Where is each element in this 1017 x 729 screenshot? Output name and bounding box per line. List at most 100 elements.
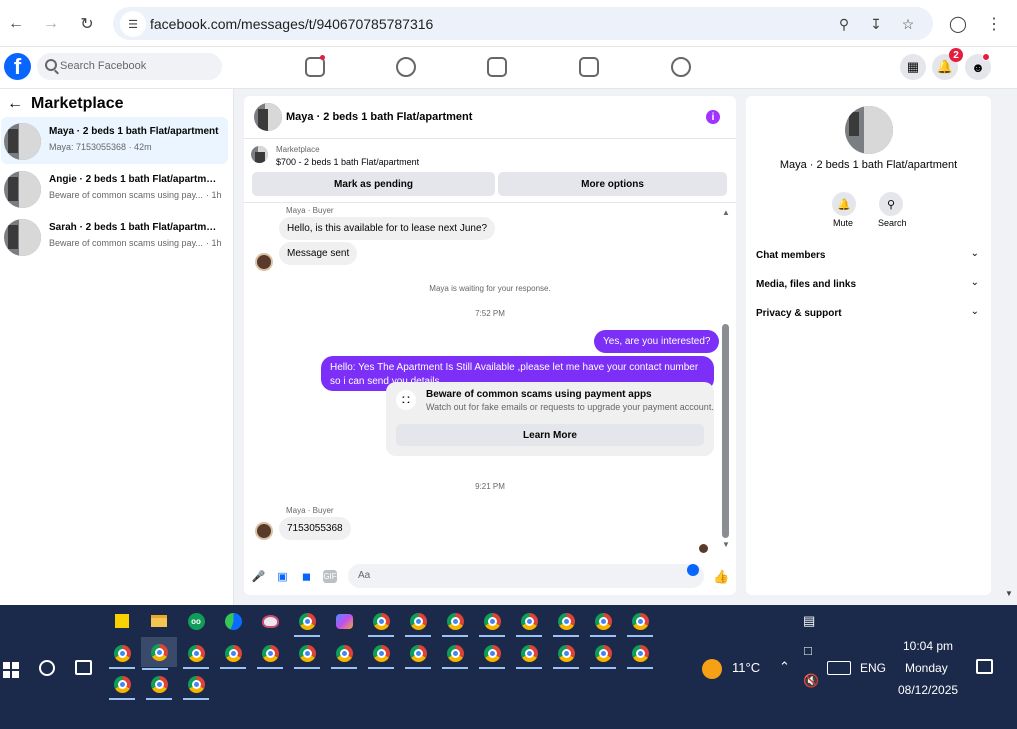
chrome-window-icon[interactable] xyxy=(478,608,506,637)
chrome-window-icon[interactable] xyxy=(219,640,247,669)
chevron-up-icon[interactable]: ⌃ xyxy=(779,659,790,675)
photo-icon[interactable]: ▣ xyxy=(276,570,289,583)
chrome-window-icon[interactable] xyxy=(330,640,358,669)
emoji-icon[interactable] xyxy=(687,564,699,576)
url-text[interactable]: facebook.com/messages/t/940670785787316 xyxy=(150,16,433,32)
bookmark-star-icon[interactable]: ☆ xyxy=(899,15,917,33)
temperature[interactable]: 11°C xyxy=(732,660,760,675)
chrome-window-icon[interactable] xyxy=(182,640,210,669)
page-scroll-down-icon[interactable]: ▼ xyxy=(1005,589,1013,598)
profile-icon[interactable]: ◯ xyxy=(946,12,970,36)
privacy-support-row[interactable]: Privacy & support ⌄ xyxy=(756,304,981,324)
install-icon[interactable]: ↧ xyxy=(867,15,885,33)
chrome-window-icon[interactable] xyxy=(293,640,321,669)
action-center-icon[interactable] xyxy=(976,659,993,674)
loop-app-icon[interactable]: oo xyxy=(182,608,210,634)
friends-icon[interactable] xyxy=(396,57,416,77)
mark-as-pending-button[interactable]: Mark as pending xyxy=(252,172,495,196)
chat-scrollbar[interactable] xyxy=(721,208,730,552)
search-icon[interactable]: ⚲ xyxy=(879,192,903,216)
zoom-icon[interactable]: ⚲ xyxy=(835,15,853,33)
thumbs-up-icon[interactable]: 👍 xyxy=(713,569,729,585)
home-notification-dot xyxy=(320,55,325,60)
sender-avatar[interactable] xyxy=(255,253,273,271)
scroll-down-arrow-icon[interactable]: ▼ xyxy=(722,540,730,549)
chrome-window-icon[interactable] xyxy=(367,640,395,669)
chrome-window-icon[interactable] xyxy=(552,608,580,637)
sender-avatar[interactable] xyxy=(255,522,273,540)
chrome-window-icon[interactable] xyxy=(626,608,654,637)
chrome-window-icon[interactable] xyxy=(441,608,469,637)
weather-sun-icon[interactable] xyxy=(702,659,722,679)
facebook-search[interactable]: Search Facebook xyxy=(37,53,222,80)
chrome-window-icon[interactable] xyxy=(145,671,173,700)
gif-icon[interactable]: GIF xyxy=(323,570,337,583)
edge-browser-icon[interactable] xyxy=(219,608,247,634)
task-view-icon[interactable] xyxy=(75,660,92,675)
info-icon[interactable]: i xyxy=(706,110,720,124)
row-label: Privacy & support xyxy=(756,308,842,319)
chrome-window-active-icon[interactable] xyxy=(141,637,177,670)
listing-thumbnail[interactable] xyxy=(251,146,268,163)
listing-thumbnail[interactable] xyxy=(845,106,893,154)
chrome-window-icon[interactable] xyxy=(515,608,543,637)
groups-icon[interactable] xyxy=(671,57,691,77)
more-options-button[interactable]: More options xyxy=(498,172,727,196)
chrome-window-icon[interactable] xyxy=(589,640,617,669)
message-input[interactable]: Aa xyxy=(348,564,704,588)
video-icon[interactable] xyxy=(487,57,507,77)
clock-day[interactable]: Monday xyxy=(905,661,948,675)
menu-grid-icon[interactable]: ▦ xyxy=(900,54,926,80)
chrome-window-icon[interactable] xyxy=(256,640,284,669)
chrome-window-icon[interactable] xyxy=(404,640,432,669)
chat-members-row[interactable]: Chat members ⌄ xyxy=(756,246,981,266)
chrome-window-icon[interactable] xyxy=(108,671,136,700)
chrome-window-icon[interactable] xyxy=(515,640,543,669)
forward-icon[interactable]: → xyxy=(39,12,63,36)
chrome-window-icon[interactable] xyxy=(552,640,580,669)
clock-date[interactable]: 08/12/2025 xyxy=(898,683,958,697)
sticker-icon[interactable]: ◼ xyxy=(300,570,313,583)
chrome-window-icon[interactable] xyxy=(367,608,395,637)
taskbar-search-icon[interactable] xyxy=(39,660,55,676)
back-arrow-icon[interactable]: ← xyxy=(7,95,23,113)
learn-more-button[interactable]: Learn More xyxy=(396,424,704,446)
sticky-notes-icon[interactable] xyxy=(108,608,136,634)
chrome-window-icon[interactable] xyxy=(478,640,506,669)
back-icon[interactable]: ← xyxy=(4,12,28,36)
facebook-logo-icon[interactable]: f xyxy=(4,53,31,80)
chrome-window-icon[interactable] xyxy=(441,640,469,669)
chrome-window-icon[interactable] xyxy=(182,671,210,700)
thread-item[interactable]: Sarah · 2 beds 1 bath Flat/apartment Bew… xyxy=(1,213,228,260)
chrome-window-icon[interactable] xyxy=(108,640,136,669)
kebab-menu-icon[interactable]: ⋮ xyxy=(982,12,1006,36)
chrome-window-icon[interactable] xyxy=(293,608,321,637)
file-explorer-icon[interactable] xyxy=(145,608,173,634)
chrome-window-icon[interactable] xyxy=(626,640,654,669)
chrome-window-icon[interactable] xyxy=(589,608,617,637)
listing-price[interactable]: $700 - 2 beds 1 bath Flat/apartment xyxy=(276,157,419,167)
clock-time[interactable]: 10:04 pm xyxy=(903,639,953,653)
address-bar[interactable]: ☰ facebook.com/messages/t/94067078578731… xyxy=(113,7,933,40)
keyboard-icon[interactable] xyxy=(827,661,851,675)
microphone-icon[interactable]: 🎤 xyxy=(252,570,266,583)
reload-icon[interactable]: ↻ xyxy=(75,12,99,36)
meet-now-icon[interactable]: □ xyxy=(804,643,812,658)
thread-item[interactable]: Maya · 2 beds 1 bath Flat/apartment Maya… xyxy=(1,117,228,164)
windows-start-icon[interactable] xyxy=(3,662,19,678)
paint-app-icon[interactable] xyxy=(256,608,284,634)
chrome-window-icon[interactable] xyxy=(404,608,432,637)
thread-item[interactable]: Angie · 2 beds 1 bath Flat/apartme... Be… xyxy=(1,165,228,212)
network-icon[interactable]: ▤ xyxy=(803,613,815,629)
site-info-icon[interactable]: ☰ xyxy=(120,11,146,37)
mute-bell-icon[interactable]: 🔔 xyxy=(832,192,856,216)
media-files-links-row[interactable]: Media, files and links ⌄ xyxy=(756,275,981,295)
chat-title[interactable]: Maya · 2 beds 1 bath Flat/apartment xyxy=(286,111,472,123)
home-icon[interactable] xyxy=(305,57,325,77)
listing-thumbnail[interactable] xyxy=(254,103,282,131)
listing-thumbnail xyxy=(4,171,41,208)
input-language[interactable]: ENG xyxy=(860,661,886,675)
copilot-icon[interactable] xyxy=(330,608,358,634)
volume-muted-icon[interactable]: 🔇 xyxy=(803,673,819,689)
marketplace-icon[interactable] xyxy=(579,57,599,77)
